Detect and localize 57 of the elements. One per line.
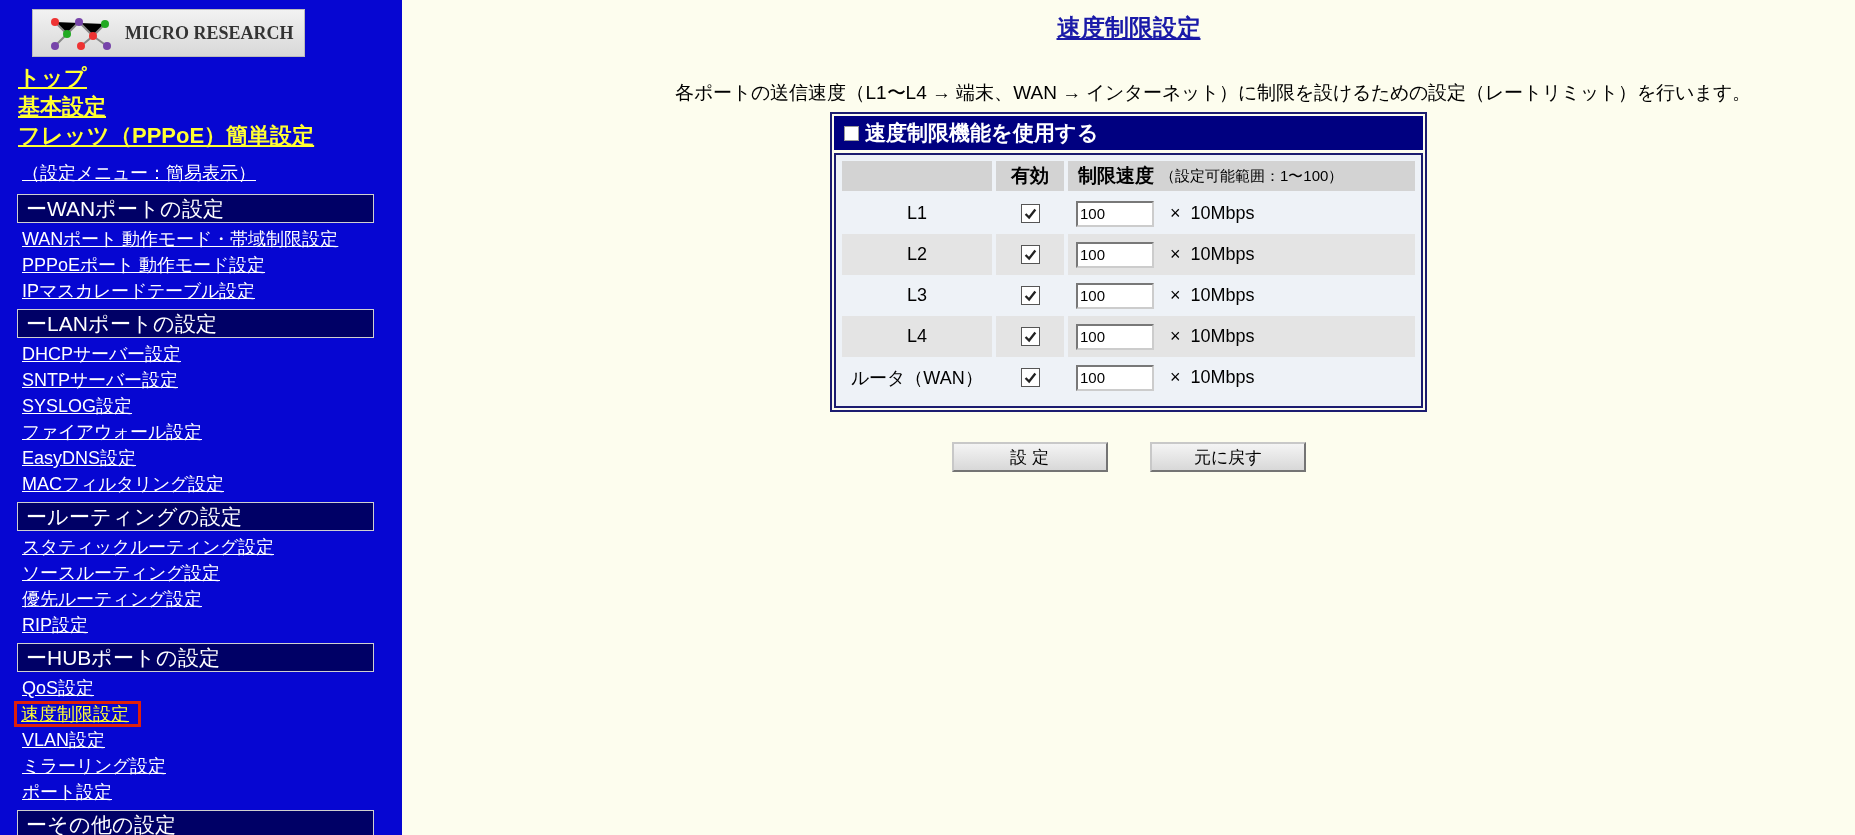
nav-link[interactable]: トップ — [18, 63, 87, 92]
nav-link[interactable]: 基本設定 — [18, 92, 106, 121]
menu-link[interactable]: 速度制限設定 — [16, 703, 139, 725]
unit-label: × 10Mbps — [1170, 326, 1255, 347]
menu-link[interactable]: SYSLOG設定 — [22, 393, 133, 419]
checkbox[interactable] — [1020, 286, 1040, 305]
menu-mode-link[interactable]: （設定メニュー：簡易表示） — [22, 159, 256, 188]
section-header: ーHUBポートの設定 — [17, 643, 374, 672]
unit-label: × 10Mbps — [1170, 244, 1255, 265]
menu-link[interactable]: PPPoEポート 動作モード設定 — [22, 252, 266, 278]
menu-link[interactable]: WANポート 動作モード・帯域制限設定 — [22, 226, 339, 252]
page-title: 速度制限設定 — [1056, 13, 1201, 43]
menu-link[interactable]: RIP設定 — [22, 612, 88, 638]
menu-link[interactable]: VLAN設定 — [22, 727, 106, 753]
menu-link[interactable]: 優先ルーティング設定 — [22, 586, 202, 612]
menu-link[interactable]: ファイアウォール設定 — [22, 419, 202, 445]
description: 各ポートの送信速度（L1〜L4 → 端末、WAN → インターネット）に制限を設けるための設定（レートリミット）を行います。 — [675, 81, 1752, 105]
checkbox[interactable] — [1020, 245, 1040, 264]
enable-label: 速度制限機能を使用する — [865, 120, 1099, 146]
menu-link[interactable]: QoS設定 — [22, 675, 95, 701]
unit-label: × 10Mbps — [1170, 367, 1255, 388]
range-note: （設定可能範囲：1〜100） — [1160, 166, 1344, 186]
menu-link[interactable]: SNTPサーバー設定 — [22, 367, 178, 393]
speed-input[interactable]: 100 — [1076, 200, 1154, 227]
menu-link[interactable]: スタティックルーティング設定 — [22, 534, 274, 560]
menu-link[interactable]: DHCPサーバー設定 — [22, 341, 181, 367]
port-label: ルータ（WAN） — [850, 366, 984, 390]
form-button[interactable]: 元に戻す — [1149, 442, 1306, 472]
checkbox[interactable] — [1020, 204, 1040, 223]
menu-link[interactable]: EasyDNS設定 — [22, 445, 137, 471]
checkbox[interactable] — [1020, 368, 1040, 387]
form-button[interactable]: 設 定 — [951, 442, 1108, 472]
section-header: ーその他の設定 — [17, 810, 374, 835]
unit-label: × 10Mbps — [1170, 203, 1255, 224]
column-header: 有効 — [996, 161, 1064, 191]
section-header: ーLANポートの設定 — [17, 309, 374, 338]
speed-input[interactable]: 100 — [1076, 364, 1154, 391]
menu-link[interactable]: ミラーリング設定 — [22, 753, 166, 779]
menu-link[interactable]: IPマスカレードテーブル設定 — [22, 278, 255, 304]
section-header: ーWANポートの設定 — [17, 194, 374, 223]
checkbox[interactable] — [1020, 327, 1040, 346]
menu-link[interactable]: MACフィルタリング設定 — [22, 471, 224, 497]
port-label: L2 — [842, 234, 992, 275]
unit-label: × 10Mbps — [1170, 285, 1255, 306]
port-label: L1 — [906, 202, 928, 225]
nav-link[interactable]: フレッツ（PPPoE）簡単設定 — [18, 121, 315, 150]
port-label: L3 — [906, 284, 928, 307]
enable-checkbox[interactable] — [844, 125, 859, 141]
menu-link[interactable]: ポート設定 — [22, 779, 112, 805]
speed-input[interactable]: 100 — [1076, 241, 1154, 268]
logo-text: MICRO RESEARCH — [125, 22, 294, 44]
column-header: 制限速度 — [1078, 164, 1154, 188]
port-label: L4 — [842, 316, 992, 357]
speed-input[interactable]: 100 — [1076, 323, 1154, 350]
menu-link[interactable]: ソースルーティング設定 — [22, 560, 220, 586]
speed-input[interactable]: 100 — [1076, 282, 1154, 309]
section-header: ールーティングの設定 — [17, 502, 374, 531]
